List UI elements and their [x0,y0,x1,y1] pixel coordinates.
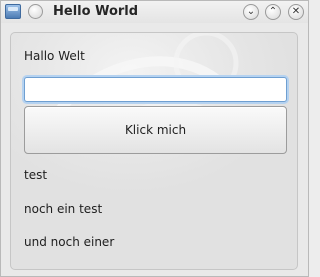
application-window: Hello World ⌄ ⌃ ✕ Hallo Welt Klick mich … [0,0,309,277]
minimize-button[interactable]: ⌄ [243,4,259,20]
main-panel: Hallo Welt Klick mich test noch ein test… [10,32,298,270]
hallo-welt-label: Hallo Welt [24,49,85,63]
klick-mich-button[interactable]: Klick mich [24,106,287,154]
close-button[interactable]: ✕ [288,4,304,20]
window-menu-icon[interactable] [28,4,43,19]
noch-ein-test-label: noch ein test [24,202,103,216]
window-title: Hello World [53,4,139,19]
und-noch-einer-label: und noch einer [24,235,115,249]
maximize-button[interactable]: ⌃ [265,4,281,20]
application-icon[interactable] [5,4,21,19]
title-bar[interactable]: Hello World ⌄ ⌃ ✕ [1,1,308,23]
test-label: test [24,168,48,182]
text-input-field[interactable] [24,77,287,102]
